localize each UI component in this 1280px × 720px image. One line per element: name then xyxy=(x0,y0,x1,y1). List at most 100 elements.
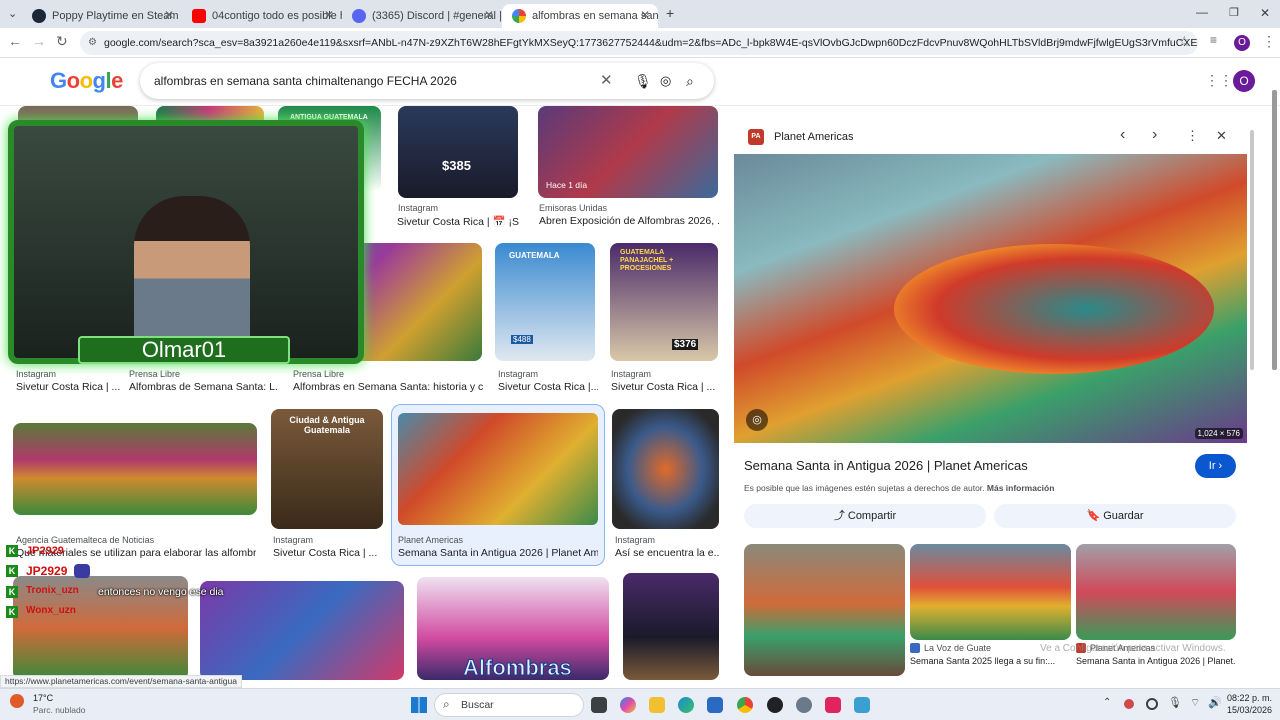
result-image[interactable] xyxy=(13,423,257,515)
reload-icon[interactable]: ↻ xyxy=(56,33,68,50)
edge-icon[interactable] xyxy=(678,697,694,713)
copyright-note: Es posible que las imágenes estén sujeta… xyxy=(744,483,1054,493)
taskbar-search[interactable]: ⌕ Buscar xyxy=(434,693,584,717)
image-dimensions: 1,024 × 576 xyxy=(1194,428,1243,439)
visit-button[interactable]: Ir › xyxy=(1195,454,1236,478)
related-image[interactable] xyxy=(910,544,1071,640)
maximize-icon[interactable]: ❐ xyxy=(1229,6,1239,19)
file-explorer-icon[interactable] xyxy=(649,697,665,713)
taskbar-search-label: Buscar xyxy=(461,699,494,711)
new-tab-button[interactable]: + xyxy=(666,5,674,21)
next-image-icon[interactable]: › xyxy=(1152,126,1157,144)
minimize-icon[interactable]: — xyxy=(1196,5,1208,19)
search-icon[interactable]: ⌕ xyxy=(686,63,694,99)
related-image[interactable] xyxy=(744,544,905,676)
weather-temp[interactable]: 17°C xyxy=(33,693,53,703)
account-avatar[interactable]: O xyxy=(1233,70,1255,92)
close-icon[interactable]: ✕ xyxy=(640,8,650,22)
close-icon[interactable]: ✕ xyxy=(484,8,494,22)
tab-steam[interactable]: Poppy Playtime en Steam ✕ xyxy=(22,4,182,28)
close-window-icon[interactable]: ✕ xyxy=(1260,6,1270,20)
save-button[interactable]: 🔖 Guardar xyxy=(994,504,1236,528)
result-image[interactable]: Hace 1 día xyxy=(538,106,718,198)
tray-app-icon[interactable] xyxy=(1124,699,1134,709)
result-title[interactable]: Alfombras en Semana Santa: historia y c.… xyxy=(293,381,483,393)
result-title[interactable]: Sivetur Costa Rica | ... xyxy=(273,547,383,559)
result-title[interactable]: Así se encuentra la e... xyxy=(615,547,719,559)
google-logo[interactable]: Google xyxy=(50,68,123,94)
tab-search-icon[interactable]: ⌄ xyxy=(8,7,17,20)
tab-youtube[interactable]: 04contigo todo es posible hasta ✕ xyxy=(182,4,342,28)
obs-icon[interactable] xyxy=(767,697,783,713)
profile-avatar[interactable]: O xyxy=(1234,35,1250,51)
result-image[interactable]: GUATEMALA $488 xyxy=(495,243,595,361)
result-title[interactable]: Sivetur Costa Rica | ... xyxy=(16,381,121,393)
result-image[interactable]: Ciudad & Antigua Guatemala xyxy=(271,409,383,529)
preview-image[interactable]: ◎ 1,024 × 576 xyxy=(734,154,1247,443)
related-title[interactable]: Semana Santa 2025 llega a su fin:... xyxy=(910,656,1070,666)
tab-google-search[interactable]: alfombras en semana santa chi ✕ xyxy=(502,4,658,28)
image-label: Hace 1 día xyxy=(546,180,588,190)
microphone-icon[interactable]: 🎙 xyxy=(1168,696,1182,709)
result-image[interactable]: GUATEMALA PANAJACHEL + PROCESIONES $376 xyxy=(610,243,718,361)
close-icon[interactable]: ✕ xyxy=(164,8,174,22)
panel-scrollbar[interactable] xyxy=(1250,130,1254,370)
close-panel-icon[interactable]: ✕ xyxy=(1216,128,1227,144)
result-title[interactable]: Semana Santa in Antigua 2026 | Planet Am… xyxy=(398,547,598,559)
result-title[interactable]: Sivetur Costa Rica | ... xyxy=(611,381,719,393)
tray-chevron-icon[interactable]: ⌃ xyxy=(1103,697,1111,708)
more-options-icon[interactable]: ⋮ xyxy=(1186,128,1199,144)
lens-icon[interactable]: ◎ xyxy=(660,63,671,99)
clear-icon[interactable]: ✕ xyxy=(600,63,613,99)
result-title[interactable]: Sivetur Costa Rica |... xyxy=(498,381,598,393)
lens-search-icon[interactable]: ◎ xyxy=(746,409,768,431)
related-title[interactable]: Semana Santa in Antigua 2026 | Planet... xyxy=(1076,656,1236,666)
extensions-icon[interactable]: ≡ xyxy=(1210,33,1217,47)
settings-icon[interactable] xyxy=(796,697,812,713)
share-button[interactable]: ⤴ Compartir xyxy=(744,504,986,528)
more-info-link[interactable]: Más información xyxy=(987,483,1055,493)
bookmark-star-icon[interactable]: ☆ xyxy=(1178,33,1191,50)
chrome-icon[interactable] xyxy=(737,697,753,713)
start-windows-icon[interactable] xyxy=(411,697,427,713)
browser-tab-strip: ⌄ Poppy Playtime en Steam ✕ 04contigo to… xyxy=(0,0,1280,28)
forward-icon[interactable]: → xyxy=(32,33,46,49)
tab-title: 04contigo todo es posible hasta xyxy=(212,10,342,22)
result-image[interactable]: Alfombras xyxy=(417,577,609,680)
search-input[interactable]: alfombras en semana santa chimaltenango … xyxy=(140,63,714,99)
prev-image-icon[interactable]: ‹ xyxy=(1120,126,1125,144)
url-field[interactable]: ⚙ google.com/search?sca_esv=8a3921a260e4… xyxy=(80,31,1198,55)
close-icon[interactable]: ✕ xyxy=(324,8,334,22)
clock-time[interactable]: 08:22 p. m. xyxy=(1227,693,1272,703)
notepad-icon[interactable] xyxy=(854,697,870,713)
menu-icon[interactable]: ⋮ xyxy=(1262,33,1276,50)
result-image[interactable] xyxy=(623,573,719,680)
panel-title[interactable]: Semana Santa in Antigua 2026 | Planet Am… xyxy=(744,458,1028,473)
result-title[interactable]: Abren Exposición de Alfombras 2026, ... xyxy=(539,215,719,227)
result-source: Instagram xyxy=(273,535,314,545)
streamer-figure xyxy=(134,196,250,346)
panel-source-name[interactable]: Planet Americas xyxy=(774,131,853,143)
result-image[interactable]: $385 xyxy=(398,106,518,198)
wifi-icon[interactable]: ⌔ xyxy=(1190,696,1200,710)
volume-icon[interactable]: 🔊 xyxy=(1208,696,1222,709)
page-scrollbar[interactable] xyxy=(1272,90,1277,370)
task-view-icon[interactable] xyxy=(591,697,607,713)
result-image xyxy=(398,413,598,525)
back-icon[interactable]: ← xyxy=(8,33,22,49)
site-info-icon[interactable]: ⚙ xyxy=(88,31,97,55)
microphone-icon[interactable]: 🎙 xyxy=(634,63,652,99)
apps-grid-icon[interactable]: ⋮⋮ xyxy=(1205,72,1233,89)
copilot-icon[interactable] xyxy=(620,697,636,713)
tiktok-icon[interactable] xyxy=(825,697,841,713)
result-title[interactable]: Alfombras de Semana Santa: L... xyxy=(129,381,279,393)
clock-date[interactable]: 15/03/2026 xyxy=(1227,705,1272,715)
result-source: Instagram xyxy=(611,369,652,379)
tab-discord[interactable]: (3365) Discord | #general | Olm ✕ xyxy=(342,4,502,28)
related-image[interactable] xyxy=(1076,544,1236,640)
google-header: Google alfombras en semana santa chimalt… xyxy=(0,58,1280,106)
result-image[interactable] xyxy=(612,409,719,529)
store-icon[interactable] xyxy=(707,697,723,713)
tray-network-icon[interactable] xyxy=(1146,698,1158,710)
result-title[interactable]: Sivetur Costa Rica | 📅 ¡S... xyxy=(397,215,519,228)
